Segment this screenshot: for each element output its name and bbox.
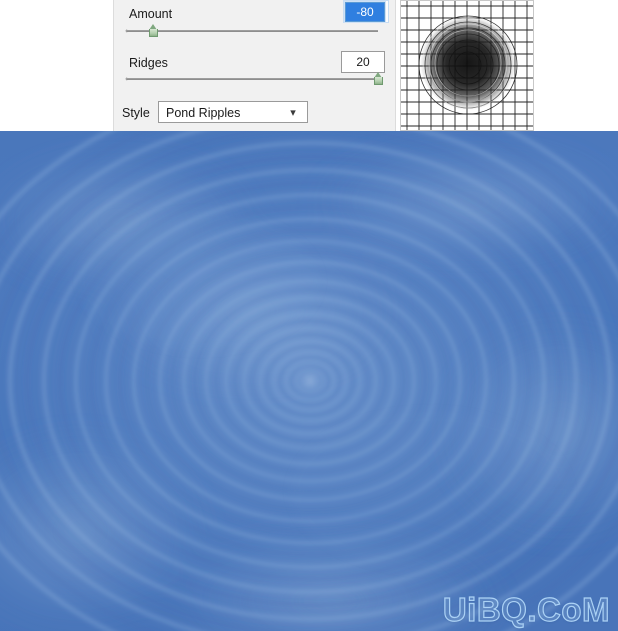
amount-label: Amount [129, 7, 173, 21]
style-dropdown[interactable]: Pond Ripples ▾ [158, 101, 308, 123]
ridges-slider[interactable]: ‹ [125, 72, 383, 86]
ridges-slider-endcap: ‹ [125, 74, 128, 83]
filter-dialog-strip: Amount ‹ Ridges ‹ Style [0, 0, 618, 131]
chevron-down-icon: ▾ [290, 107, 296, 119]
distortion-preview[interactable] [400, 0, 534, 131]
dialog-left-gutter [0, 0, 113, 131]
settings-panel: Amount ‹ Ridges ‹ Style [113, 0, 396, 131]
amount-slider-handle[interactable] [148, 24, 159, 38]
ridges-input[interactable] [341, 51, 385, 73]
amount-slider-endcap: ‹ [125, 26, 128, 35]
style-label: Style [122, 106, 150, 120]
amount-slider-track[interactable] [126, 30, 378, 32]
ridges-slider-handle[interactable] [373, 72, 384, 86]
ripple-filter-screen: Amount ‹ Ridges ‹ Style [0, 0, 618, 631]
amount-slider[interactable]: ‹ [125, 24, 378, 38]
ridges-label: Ridges [129, 56, 168, 70]
image-canvas[interactable]: UiBQ.CoM [0, 131, 618, 631]
ripple-image [0, 131, 618, 631]
style-dropdown-value: Pond Ripples [166, 106, 241, 120]
preview-grid-mesh [401, 1, 533, 130]
amount-input[interactable] [344, 1, 386, 23]
dialog-right-gutter [535, 0, 618, 131]
ridges-slider-track[interactable] [126, 78, 378, 80]
